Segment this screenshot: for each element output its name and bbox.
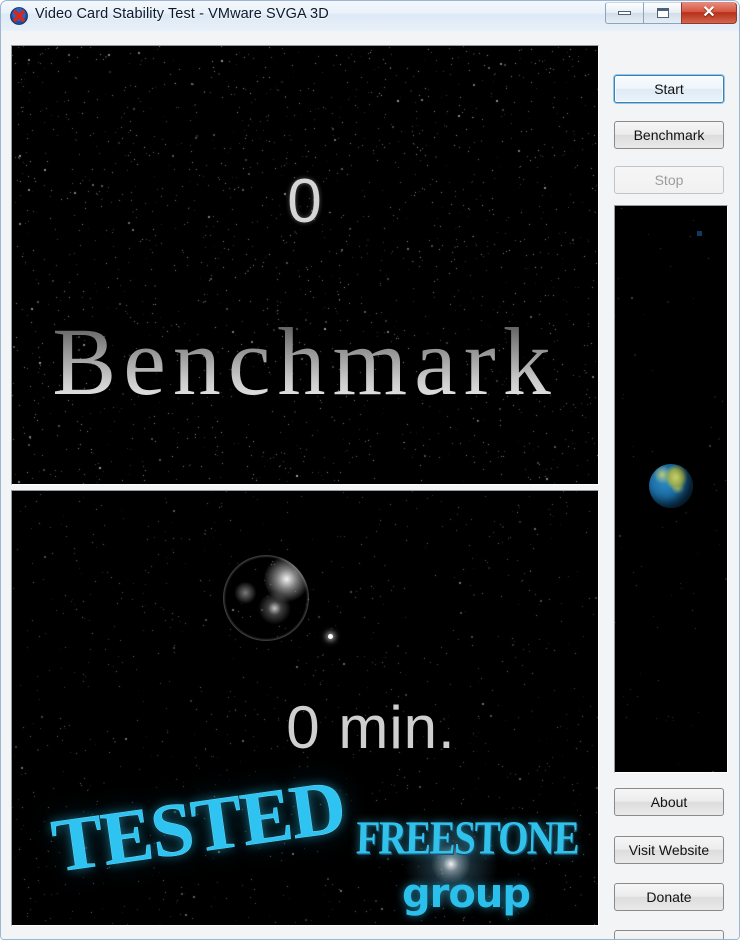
app-window: Video Card Stability Test - VMware SVGA … [0,0,740,940]
benchmark-title-text: Benchmark [12,314,598,410]
close-icon: ✕ [702,4,716,21]
visit-website-button[interactable]: Visit Website [614,836,724,864]
about-button[interactable]: About [614,788,724,816]
start-button[interactable]: Start [614,75,724,103]
earth-globe-icon [649,464,693,508]
close-button[interactable]: ✕ [681,2,737,24]
title-bar[interactable]: Video Card Stability Test - VMware SVGA … [1,1,739,32]
minimize-icon [618,11,631,15]
exit-button[interactable]: Exit [614,930,724,939]
minimize-button[interactable] [605,2,643,24]
donate-button[interactable]: Donate [614,883,724,911]
benchmark-render-panel[interactable]: 0 Benchmark [11,45,599,485]
moon-sphere-icon [223,555,309,641]
app-icon [10,7,28,25]
bright-star-icon [328,634,333,639]
preview-render-panel[interactable] [614,205,728,773]
starfield-background [12,46,598,484]
group-wordmark: group [402,871,531,917]
benchmark-button[interactable]: Benchmark [614,121,724,149]
window-title: Video Card Stability Test - VMware SVGA … [35,6,329,22]
stop-button[interactable]: Stop [614,166,724,194]
benchmark-score: 0 [287,167,323,236]
freestone-group-logo: FREESTONE group [355,803,579,921]
preview-star-dot-icon [697,231,702,236]
maximize-icon [656,8,669,18]
client-area: 0 Benchmark 0 min. TESTED FREESTONE grou… [1,31,739,939]
maximize-button[interactable] [643,2,681,24]
freestone-wordmark: FREESTONE [355,812,579,865]
caption-button-group: ✕ [605,2,737,26]
